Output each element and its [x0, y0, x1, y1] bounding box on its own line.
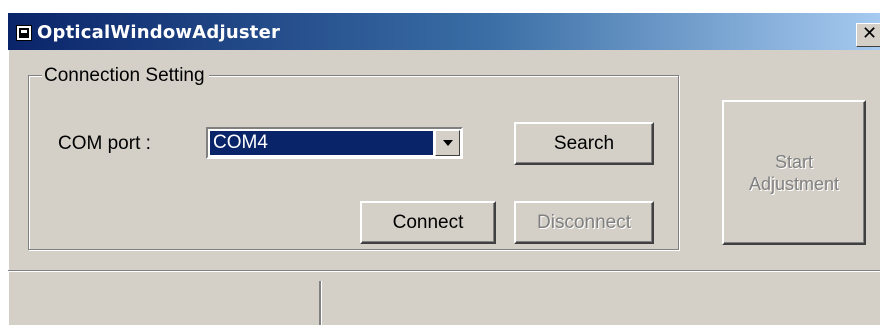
title-bar[interactable]: OpticalWindowAdjuster ✕: [8, 13, 880, 50]
connection-setting-label: Connection Setting: [42, 65, 209, 87]
close-button[interactable]: ✕: [856, 23, 880, 47]
com-port-value[interactable]: COM4: [210, 131, 433, 155]
start-adjustment-label-line2: Adjustment: [748, 173, 840, 194]
com-port-select[interactable]: COM4: [206, 127, 463, 159]
close-icon: ✕: [862, 23, 878, 44]
search-button[interactable]: Search: [514, 122, 654, 165]
window-title: OpticalWindowAdjuster: [37, 22, 281, 43]
chevron-down-icon[interactable]: [435, 130, 460, 156]
start-adjustment-button[interactable]: Start Adjustment: [722, 100, 866, 245]
disconnect-button[interactable]: Disconnect: [514, 201, 654, 244]
start-adjustment-label-line1: Start: [774, 151, 813, 172]
status-bar: [8, 270, 880, 326]
status-bar-divider: [319, 281, 321, 325]
connect-button[interactable]: Connect: [360, 201, 496, 244]
com-port-label: COM port :: [58, 133, 151, 154]
application-icon[interactable]: [16, 25, 32, 41]
